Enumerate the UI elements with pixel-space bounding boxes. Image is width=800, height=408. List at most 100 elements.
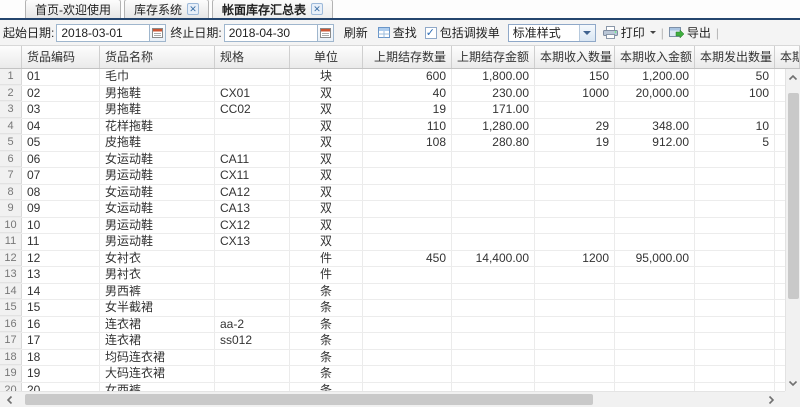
tab-3[interactable]: 帐面库存汇总表✕ (212, 0, 333, 18)
table-cell: 女半截裙 (100, 300, 215, 316)
start-date-calendar-button[interactable] (149, 25, 165, 41)
start-date-value[interactable]: 2018-03-01 (57, 25, 149, 41)
table-row[interactable]: 1212女衬衣件45014,400.00120095,000.00 (0, 251, 785, 268)
row-number-cell: 1 (0, 69, 22, 85)
start-date-input[interactable]: 2018-03-01 (56, 24, 166, 42)
tab-1[interactable]: 首页-欢迎使用 (25, 0, 121, 18)
table-cell-filler (775, 350, 785, 366)
table-cell: 20 (22, 383, 100, 392)
column-header-4[interactable]: 单位 (290, 46, 363, 68)
row-number-cell: 14 (0, 284, 22, 300)
column-header-3[interactable]: 规格 (215, 46, 290, 68)
column-header-8[interactable]: 本期收入金额 (615, 46, 695, 68)
table-cell (215, 267, 290, 283)
table-row[interactable]: 1111男运动鞋CX13双 (0, 234, 785, 251)
table-row[interactable]: 202男拖鞋CX01双40230.00100020,000.00100 (0, 86, 785, 103)
table-cell: 10 (22, 218, 100, 234)
column-header-2[interactable]: 货品名称 (100, 46, 215, 68)
table-cell (615, 284, 695, 300)
row-number-cell: 3 (0, 102, 22, 118)
table-cell (695, 333, 775, 349)
end-date-input[interactable]: 2018-04-30 (224, 24, 334, 42)
row-number-cell: 12 (0, 251, 22, 267)
table-row[interactable]: 303男拖鞋CC02双19171.00 (0, 102, 785, 119)
table-row[interactable]: 1818均码连衣裙条 (0, 350, 785, 367)
table-cell: 16 (22, 317, 100, 333)
tab-2[interactable]: 库存系统✕ (124, 0, 209, 18)
table-row[interactable]: 707男运动鞋CX11双 (0, 168, 785, 185)
table-cell: 02 (22, 86, 100, 102)
table-row[interactable]: 1919大码连衣裙条 (0, 366, 785, 383)
table-row[interactable]: 1616连衣裙aa-2条 (0, 317, 785, 334)
style-select[interactable]: 标准样式 (508, 24, 596, 42)
column-header-1[interactable]: 货品编码 (22, 46, 100, 68)
column-header-9[interactable]: 本期发出数量 (695, 46, 775, 68)
table-cell: 40 (363, 86, 452, 102)
table-cell: 14,400.00 (452, 251, 535, 267)
table-cell (363, 317, 452, 333)
table-cell (452, 201, 535, 217)
tab-close-icon[interactable]: ✕ (311, 3, 323, 15)
tab-close-icon[interactable]: ✕ (187, 3, 199, 15)
include-transfer-option[interactable]: 包括调拨单 (425, 24, 500, 41)
table-row[interactable]: 1414男西裤条 (0, 284, 785, 301)
table-cell (215, 300, 290, 316)
table-row[interactable]: 1717连衣裙ss012条 (0, 333, 785, 350)
column-header-7[interactable]: 本期收入数量 (535, 46, 615, 68)
table-cell: 女衬衣 (100, 251, 215, 267)
table-cell: 男运动鞋 (100, 234, 215, 250)
table-cell-filler (775, 300, 785, 316)
style-select-arrow[interactable] (579, 25, 595, 41)
column-header-0[interactable] (0, 46, 22, 68)
table-row[interactable]: 1010男运动鞋CX12双 (0, 218, 785, 235)
table-row[interactable]: 1515女半截裙条 (0, 300, 785, 317)
table-cell: 男衬衣 (100, 267, 215, 283)
table-row[interactable]: 2020女西裤条 (0, 383, 785, 392)
table-cell (615, 185, 695, 201)
find-button[interactable]: 查找 (378, 24, 417, 41)
table-row[interactable]: 404花样拖鞋双1101,280.0029348.0010 (0, 119, 785, 136)
table-cell: CX01 (215, 86, 290, 102)
table-cell: 花样拖鞋 (100, 119, 215, 135)
style-select-value: 标准样式 (509, 25, 561, 41)
table-cell (363, 185, 452, 201)
column-header-5[interactable]: 上期结存数量 (363, 46, 452, 68)
table-row[interactable]: 606女运动鞋CA11双 (0, 152, 785, 169)
table-cell (215, 366, 290, 382)
print-button[interactable]: 打印 (603, 24, 656, 41)
scroll-up-icon[interactable] (787, 71, 799, 83)
table-row[interactable]: 505皮拖鞋双108280.8019912.005 (0, 135, 785, 152)
horizontal-scroll-thumb[interactable] (25, 394, 593, 405)
column-header-10[interactable]: 本期 (775, 46, 800, 68)
scroll-right-icon[interactable] (765, 394, 777, 406)
table-cell (535, 300, 615, 316)
print-dropdown-caret[interactable] (650, 31, 656, 34)
scroll-left-icon[interactable] (3, 394, 15, 406)
end-date-value[interactable]: 2018-04-30 (225, 25, 317, 41)
calendar-icon (152, 27, 163, 38)
vertical-scroll-thumb[interactable] (788, 93, 799, 299)
table-row[interactable]: 1313男衬衣件 (0, 267, 785, 284)
calendar-icon (320, 27, 331, 38)
horizontal-scrollbar[interactable] (0, 391, 785, 407)
table-cell: 18 (22, 350, 100, 366)
table-row[interactable]: 808女运动鞋CA12双 (0, 185, 785, 202)
end-date-calendar-button[interactable] (317, 25, 333, 41)
table-cell-filler (775, 86, 785, 102)
vertical-scrollbar[interactable] (785, 69, 800, 391)
table-cell (535, 267, 615, 283)
table-cell (615, 152, 695, 168)
table-row[interactable]: 101毛巾块6001,800.001501,200.0050 (0, 69, 785, 86)
table-cell: 双 (290, 168, 363, 184)
table-cell-filler (775, 284, 785, 300)
scroll-down-icon[interactable] (787, 377, 799, 389)
refresh-button[interactable]: 刷新 (344, 24, 368, 41)
refresh-button-label: 刷新 (344, 24, 368, 41)
column-header-6[interactable]: 上期结存金额 (452, 46, 535, 68)
export-button[interactable]: 导出 (669, 24, 711, 41)
table-row[interactable]: 909女运动鞋CA13双 (0, 201, 785, 218)
table-cell: 19 (535, 135, 615, 151)
table-cell: 毛巾 (100, 69, 215, 85)
table-cell-filler (775, 69, 785, 85)
include-transfer-checkbox[interactable] (425, 27, 437, 39)
